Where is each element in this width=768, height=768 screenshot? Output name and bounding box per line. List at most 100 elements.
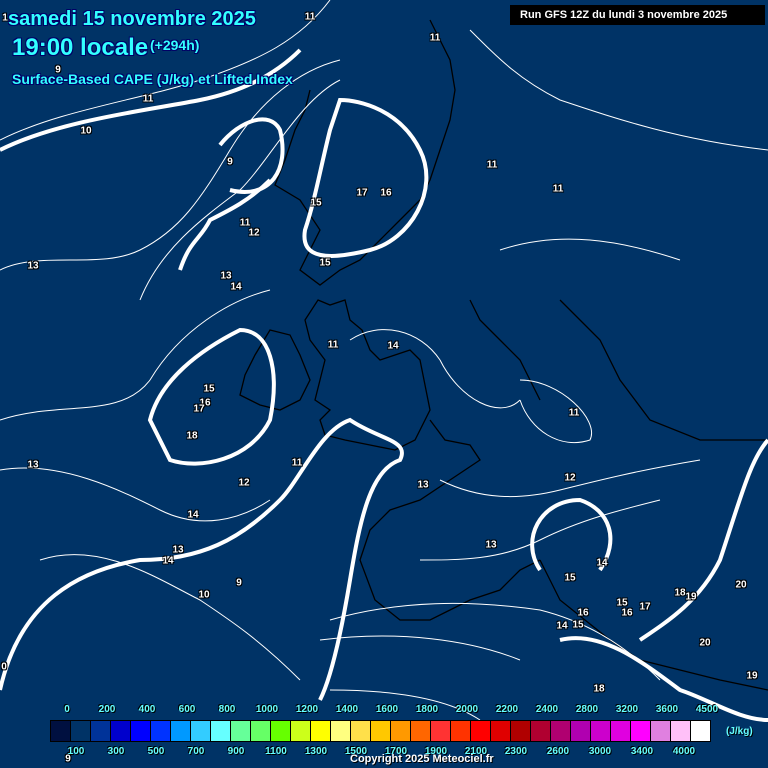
legend-tick-label: 1600: [375, 704, 399, 715]
lead-time: (+294h): [150, 37, 200, 53]
legend-swatch: [591, 721, 611, 741]
contour-label: 14: [230, 281, 242, 293]
legend-swatch: [131, 721, 151, 741]
contour-label: 17: [193, 403, 205, 415]
thick-contours: [0, 48, 768, 722]
legend-swatch: [111, 721, 131, 741]
contour-label: 0: [1, 661, 7, 673]
legend-swatch: [451, 721, 471, 741]
contour-label: 14: [556, 620, 568, 632]
legend-tick-label: 1200: [295, 704, 319, 715]
legend-tick-label: 2600: [546, 746, 570, 757]
contour-label: 13: [172, 544, 184, 556]
contour-label: 14: [387, 340, 399, 352]
legend-swatch: [371, 721, 391, 741]
legend-swatch: [671, 721, 691, 741]
legend-swatch: [351, 721, 371, 741]
legend-tick-label: 2000: [455, 704, 479, 715]
contour-label: 15: [319, 257, 331, 269]
legend-swatch: [171, 721, 191, 741]
legend-tick-label: 300: [107, 746, 125, 757]
contour-label: 10: [80, 125, 92, 137]
legend-swatch: [391, 721, 411, 741]
contour-label: 9: [236, 577, 242, 589]
legend-tick-label: 200: [98, 704, 116, 715]
legend-tick-label: 800: [218, 704, 236, 715]
contour-label: 14: [187, 509, 199, 521]
legend-swatch: [331, 721, 351, 741]
parameter-title: Surface-Based CAPE (J/kg) et Lifted Inde…: [12, 71, 293, 87]
coastlines: [239, 19, 768, 691]
contour-label: 13: [220, 270, 232, 282]
contour-label: 14: [162, 555, 174, 567]
contour-label: 15: [572, 619, 584, 631]
contour-label: 17: [639, 601, 651, 613]
legend-tick-label: 3600: [655, 704, 679, 715]
contour-label: 18: [674, 587, 686, 599]
contour-label: 13: [485, 539, 497, 551]
legend-swatch: [631, 721, 651, 741]
legend-tick-label: 3200: [615, 704, 639, 715]
thin-contours: [0, 0, 768, 721]
contour-label: 11: [304, 11, 316, 23]
contour-label: 12: [564, 472, 576, 484]
contour-label: 11: [429, 32, 441, 44]
legend-swatch: [571, 721, 591, 741]
legend-tick-label: 2200: [495, 704, 519, 715]
contour-label: 11: [486, 159, 498, 171]
legend-tick-label: 2800: [575, 704, 599, 715]
contour-label: 12: [248, 227, 260, 239]
contour-label: 15: [564, 572, 576, 584]
legend-tick-label: 4000: [672, 746, 696, 757]
legend-swatch: [691, 721, 710, 741]
contour-label: 19: [685, 591, 697, 603]
legend-tick-label: 2300: [504, 746, 528, 757]
contour-label: 17: [356, 187, 368, 199]
contour-label: 13: [27, 260, 39, 272]
legend-unit: (J/kg): [726, 726, 753, 737]
legend-swatch: [291, 721, 311, 741]
legend-swatch: [151, 721, 171, 741]
contour-label: 14: [596, 557, 608, 569]
contour-label: 16: [380, 187, 392, 199]
contour-label: 1: [2, 12, 8, 24]
contour-label: 15: [203, 383, 215, 395]
legend-tick-label: 100: [67, 746, 85, 757]
contour-label: 11: [327, 339, 339, 351]
legend-swatch: [471, 721, 491, 741]
legend-swatch: [511, 721, 531, 741]
legend-swatch: [271, 721, 291, 741]
legend-tick-label: 500: [147, 746, 165, 757]
legend-swatch: [611, 721, 631, 741]
contour-label: 11: [291, 457, 303, 469]
contour-label: 11: [142, 93, 154, 105]
legend-tick-label: 1100: [265, 746, 287, 757]
legend-swatch: [651, 721, 671, 741]
legend-tick-label: 2400: [535, 704, 559, 715]
legend-tick-label: 700: [187, 746, 205, 757]
legend-tick-label: 1800: [415, 704, 439, 715]
legend-swatch: [231, 721, 251, 741]
legend-swatch: [491, 721, 511, 741]
contour-label: 13: [27, 459, 39, 471]
contour-label: 16: [577, 607, 589, 619]
run-info: Run GFS 12Z du lundi 3 novembre 2025: [510, 5, 765, 25]
contour-label: 15: [310, 197, 322, 209]
contour-label: 20: [735, 579, 747, 591]
legend-swatch: [211, 721, 231, 741]
legend-tick-label: 0: [64, 704, 70, 715]
legend-swatch: [191, 721, 211, 741]
contour-label: 16: [621, 607, 633, 619]
cape-map: [0, 0, 768, 722]
legend-tick-label: 3400: [630, 746, 654, 757]
legend-tick-label: 1300: [304, 746, 328, 757]
legend-tick-label: 4500: [695, 704, 719, 715]
legend-tick-label: 400: [138, 704, 156, 715]
legend-swatch: [51, 721, 71, 741]
contour-label: 18: [186, 430, 198, 442]
legend-swatch: [91, 721, 111, 741]
contour-label: 11: [552, 183, 564, 195]
contour-label: 20: [699, 637, 711, 649]
contour-label: 13: [417, 479, 429, 491]
legend-tick-label: 900: [227, 746, 245, 757]
